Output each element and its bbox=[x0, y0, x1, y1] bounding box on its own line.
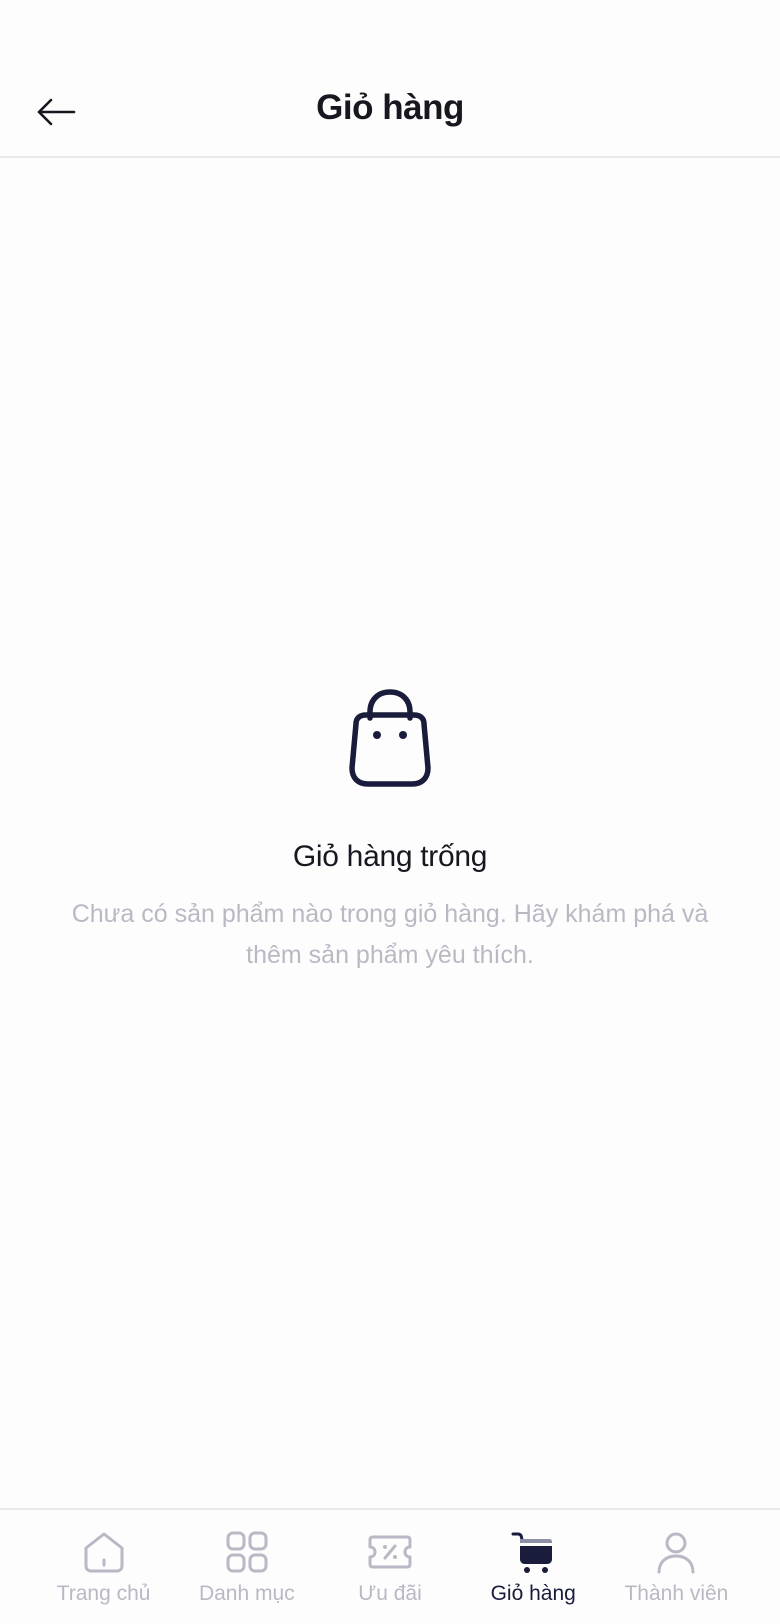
top-app-bar: Giỏ hàng bbox=[0, 0, 780, 158]
nav-label: Ưu đãi bbox=[358, 1582, 422, 1605]
nav-item-cart[interactable]: Giỏ hàng bbox=[462, 1510, 605, 1624]
nav-label: Trang chủ bbox=[56, 1582, 151, 1605]
nav-item-home[interactable]: Trang chủ bbox=[32, 1510, 175, 1624]
home-icon bbox=[84, 1532, 124, 1573]
ticket-icon bbox=[368, 1535, 412, 1569]
bottom-navigation: Trang chủ Danh mục Ưu đãi Giỏ hàng Thành… bbox=[0, 1508, 780, 1624]
page-title: Giỏ hàng bbox=[316, 88, 464, 127]
grid-icon bbox=[226, 1531, 268, 1573]
empty-cart-title: Giỏ hàng trống bbox=[292, 840, 488, 873]
empty-cart-description: Chưa có sản phẩm nào trong giỏ hàng. Hãy… bbox=[71, 900, 709, 969]
cart-screen: Giỏ hàng Giỏ hàng trống Chưa có sản phẩm… bbox=[0, 0, 780, 1624]
nav-item-offers[interactable]: Ưu đãi bbox=[318, 1510, 461, 1624]
nav-item-categories[interactable]: Danh mục bbox=[175, 1510, 318, 1624]
nav-label: Thành viên bbox=[624, 1582, 729, 1605]
nav-label: Giỏ hàng bbox=[490, 1582, 576, 1605]
nav-item-member[interactable]: Thành viên bbox=[605, 1510, 748, 1624]
empty-cart-state: Giỏ hàng trống Chưa có sản phẩm nào tron… bbox=[0, 680, 780, 976]
cart-icon bbox=[511, 1532, 553, 1573]
nav-label: Danh mục bbox=[198, 1582, 295, 1605]
shopping-bag-icon bbox=[349, 689, 431, 787]
user-icon bbox=[657, 1532, 695, 1574]
